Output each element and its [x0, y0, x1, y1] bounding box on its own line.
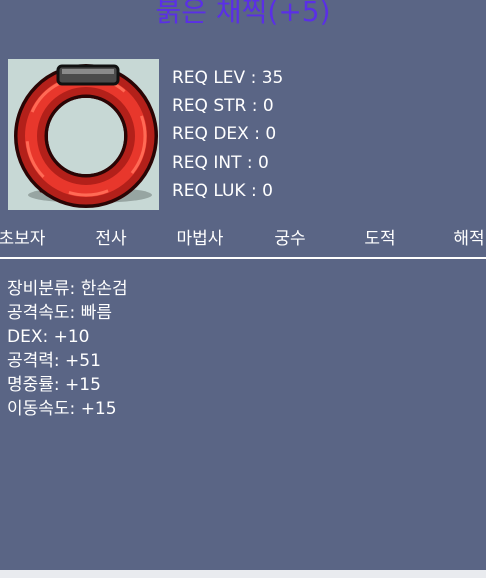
- stat-attack: 공격력: +51: [7, 351, 101, 371]
- job-bowman: 궁수: [274, 229, 306, 249]
- bottom-bar: [0, 570, 486, 578]
- req-level: REQ LEV : 35: [172, 68, 284, 88]
- stat-dex: DEX: +10: [7, 327, 90, 347]
- job-warrior: 전사: [95, 229, 127, 249]
- job-beginner: 초보자: [0, 229, 46, 249]
- job-pirate: 해적: [453, 229, 485, 249]
- req-str: REQ STR : 0: [172, 96, 274, 117]
- divider: [0, 257, 486, 259]
- req-dex: REQ DEX : 0: [172, 124, 277, 145]
- job-list: 초보자 전사 마법사 궁수 도적 해적: [0, 224, 486, 254]
- stat-speed: 이동속도: +15: [7, 399, 117, 419]
- job-thief: 도적: [364, 229, 396, 249]
- stat-accuracy: 명중률: +15: [7, 375, 101, 395]
- item-title: 붉은 채찍(+5): [155, 0, 331, 28]
- stat-attack-speed: 공격속도: 빠름: [7, 303, 112, 323]
- red-whip-icon: [14, 64, 158, 208]
- req-luk: REQ LUK : 0: [172, 180, 273, 201]
- req-int: REQ INT : 0: [172, 152, 269, 173]
- requirements-list: REQ LEV : 35 REQ STR : 0 REQ DEX : 0 REQ…: [172, 64, 283, 205]
- stat-category: 장비분류: 한손검: [7, 279, 128, 299]
- job-magician: 마법사: [176, 229, 224, 249]
- item-image: [8, 59, 159, 210]
- item-stats-list: 장비분류: 한손검 공격속도: 빠름 DEX: +10 공격력: +51 명중률…: [7, 277, 128, 421]
